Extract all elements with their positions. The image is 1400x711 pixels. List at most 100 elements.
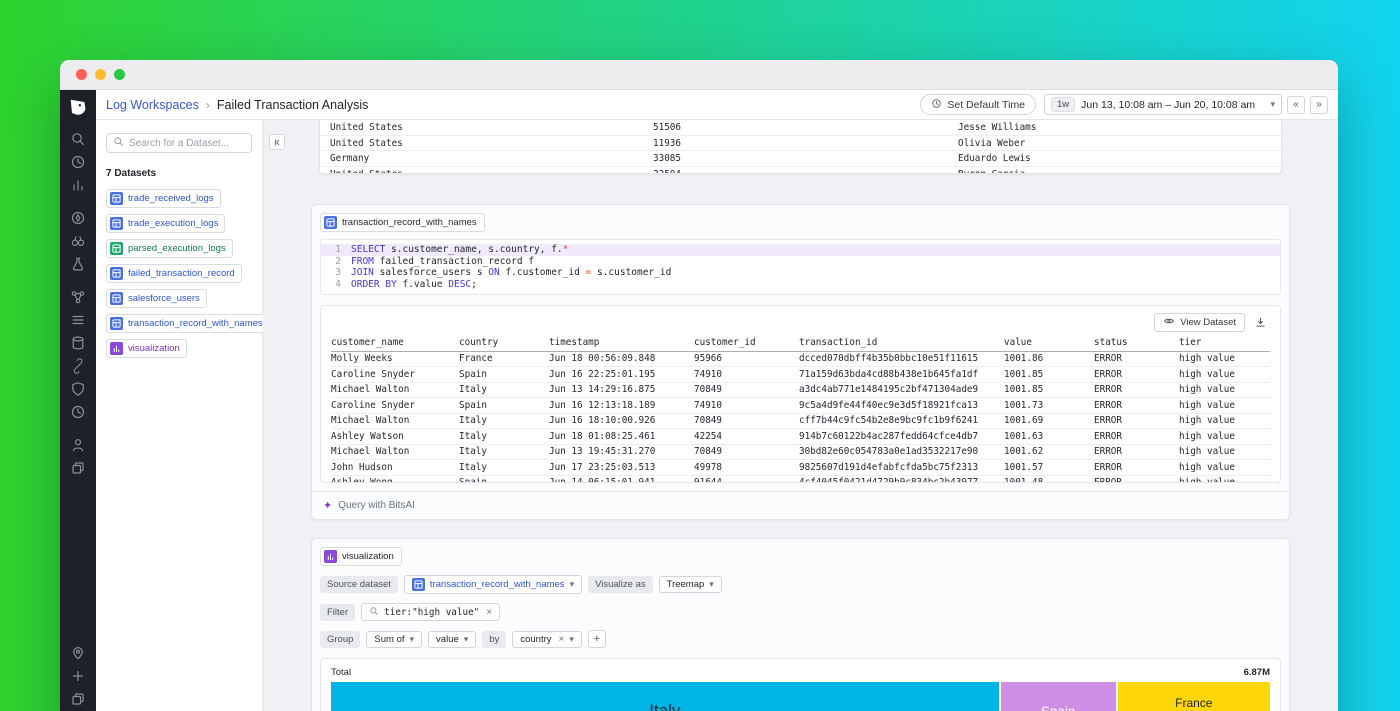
filter-input[interactable]: tier:"high value" ×	[361, 603, 500, 621]
table-row[interactable]: Ashley WongSpainJun 14 06:15:01.94191644…	[331, 475, 1270, 482]
integrations-icon[interactable]	[70, 358, 86, 374]
column-header-tier[interactable]: tier	[1179, 335, 1270, 351]
table-row[interactable]: Caroline SnyderSpainJun 16 12:13:18.1897…	[331, 398, 1270, 414]
monitors-icon[interactable]	[70, 404, 86, 420]
table-row[interactable]: United States22504Byron Garcia	[320, 167, 1281, 175]
aggregation-select[interactable]: Sum of ▾	[366, 631, 422, 648]
nav-icon-list-top	[70, 131, 86, 476]
remove-group-by-icon[interactable]: ×	[557, 634, 565, 645]
table-cell: Italy	[459, 460, 549, 476]
treemap-cell-italy[interactable]: Italy	[331, 682, 999, 711]
dataset-search-input[interactable]	[129, 138, 245, 149]
table-cell: 42254	[694, 429, 799, 445]
recents-icon[interactable]	[70, 154, 86, 170]
query-dataset-chip[interactable]: transaction_record_with_names	[320, 213, 485, 232]
table-row[interactable]: Molly WeeksFranceJun 18 00:56:09.8489596…	[331, 351, 1270, 367]
download-icon[interactable]	[1251, 313, 1270, 332]
column-header-customer_name[interactable]: customer_name	[331, 335, 459, 351]
table-cell: United States	[330, 167, 653, 175]
visualize-as-select[interactable]: Treemap ▾	[659, 576, 722, 593]
product-nav	[60, 90, 96, 711]
zoom-window-button[interactable]	[114, 69, 125, 80]
settings-icon[interactable]	[70, 645, 86, 661]
table-row[interactable]: Germany33085Eduardo Lewis	[320, 151, 1281, 167]
table-cell: 1001.85	[1004, 367, 1094, 383]
table-row[interactable]: Michael WaltonItalyJun 13 14:29:16.87570…	[331, 382, 1270, 398]
treemap-cell-france[interactable]: France587.9k	[1118, 682, 1270, 711]
close-window-button[interactable]	[76, 69, 87, 80]
table-cell: 22504	[653, 167, 958, 175]
sql-editor[interactable]: 1SELECT s.customer_name, s.country, f.*2…	[320, 239, 1281, 295]
dataset-item-transaction_record_with_names[interactable]: transaction_record_with_names	[106, 314, 270, 333]
rum-icon[interactable]	[70, 437, 86, 453]
table-cell: 1001.57	[1004, 460, 1094, 476]
dataset-search[interactable]	[106, 133, 252, 153]
dataset-item-parsed_execution_logs[interactable]: parsed_execution_logs	[106, 239, 233, 258]
table-cell: Eduardo Lewis	[958, 151, 1271, 166]
table-row[interactable]: Ashley WatsonItalyJun 18 01:08:25.461422…	[331, 429, 1270, 445]
view-dataset-button[interactable]: View Dataset	[1154, 313, 1245, 332]
table-cell: high value	[1179, 351, 1270, 367]
results-table-scroll[interactable]: customer_namecountrytimestampcustomer_id…	[331, 335, 1270, 482]
dashboards-icon[interactable]	[70, 210, 86, 226]
time-forward-button[interactable]: »	[1310, 96, 1328, 114]
service-map-icon[interactable]	[70, 289, 86, 305]
table-cell: 33085	[653, 151, 958, 166]
column-header-customer_id[interactable]: customer_id	[694, 335, 799, 351]
database-icon[interactable]	[70, 335, 86, 351]
column-header-country[interactable]: country	[459, 335, 549, 351]
table-row[interactable]: Michael WaltonItalyJun 16 18:10:00.92670…	[331, 413, 1270, 429]
treemap-cell-spain[interactable]: Spain	[1001, 682, 1116, 711]
table-cell: Ashley Watson	[331, 429, 459, 445]
collapse-panel-button[interactable]	[269, 134, 285, 150]
group-by-select[interactable]: country × ▾	[512, 631, 582, 648]
set-default-time-button[interactable]: Set Default Time	[920, 94, 1036, 115]
query-with-bitsai-label: Query with BitsAI	[338, 500, 415, 511]
ci-icon[interactable]	[70, 460, 86, 476]
sql-line: 3JOIN salesforce_users s ON f.customer_i…	[321, 267, 1280, 279]
table-cell: 1001.86	[1004, 351, 1094, 367]
shortcuts-icon[interactable]	[70, 668, 86, 684]
add-group-by-button[interactable]: +	[588, 630, 606, 648]
table-cell: Jun 13 19:45:31.270	[549, 444, 694, 460]
security-icon[interactable]	[70, 381, 86, 397]
table-row[interactable]: Michael WaltonItalyJun 13 19:45:31.27070…	[331, 444, 1270, 460]
time-range-picker[interactable]: 1w Jun 13, 10:08 am – Jun 20, 10:08 am ▾	[1044, 94, 1282, 115]
window-titlebar	[60, 60, 1338, 90]
source-dataset-select[interactable]: transaction_record_with_names ▾	[404, 575, 582, 594]
table-cell: ERROR	[1094, 444, 1179, 460]
table-row[interactable]: United States11936Olivia Weber	[320, 136, 1281, 152]
watchdog-icon[interactable]	[70, 233, 86, 249]
table-cell: ERROR	[1094, 429, 1179, 445]
source-dataset-value: transaction_record_with_names	[430, 579, 565, 590]
query-with-bitsai-button[interactable]: ✦ Query with BitsAI	[312, 491, 1289, 519]
infrastructure-icon[interactable]	[70, 177, 86, 193]
table-row[interactable]: Caroline SnyderSpainJun 16 22:25:01.1957…	[331, 367, 1270, 383]
table-cell: Jun 18 01:08:25.461	[549, 429, 694, 445]
time-back-button[interactable]: «	[1287, 96, 1305, 114]
dataset-item-trade_received_logs[interactable]: trade_received_logs	[106, 189, 221, 208]
logs-icon[interactable]	[70, 312, 86, 328]
column-header-value[interactable]: value	[1004, 335, 1094, 351]
breadcrumb-log-workspaces[interactable]: Log Workspaces	[106, 98, 199, 112]
sql-line: 2FROM failed_transaction_record f	[321, 256, 1280, 268]
line-number: 1	[321, 244, 351, 256]
apm-icon[interactable]	[70, 256, 86, 272]
column-header-transaction_id[interactable]: transaction_id	[799, 335, 1004, 351]
dataset-item-failed_transaction_record[interactable]: failed_transaction_record	[106, 264, 242, 283]
column-header-timestamp[interactable]: timestamp	[549, 335, 694, 351]
dataset-item-visualization[interactable]: visualization	[106, 339, 187, 358]
datadog-logo[interactable]	[67, 97, 89, 119]
column-header-status[interactable]: status	[1094, 335, 1179, 351]
table-cell: 70849	[694, 413, 799, 429]
dataset-item-salesforce_users[interactable]: salesforce_users	[106, 289, 207, 308]
search-icon[interactable]	[70, 131, 86, 147]
table-row[interactable]: John HudsonItalyJun 17 23:25:03.51349978…	[331, 460, 1270, 476]
minimize-window-button[interactable]	[95, 69, 106, 80]
table-row[interactable]: United States51506Jesse Williams	[320, 120, 1281, 136]
dataset-item-trade_execution_logs[interactable]: trade_execution_logs	[106, 214, 225, 233]
copy-icon[interactable]	[70, 691, 86, 707]
field-select[interactable]: value ▾	[428, 631, 476, 648]
clear-filter-icon[interactable]: ×	[484, 607, 492, 618]
visualization-chip[interactable]: visualization	[320, 547, 402, 566]
